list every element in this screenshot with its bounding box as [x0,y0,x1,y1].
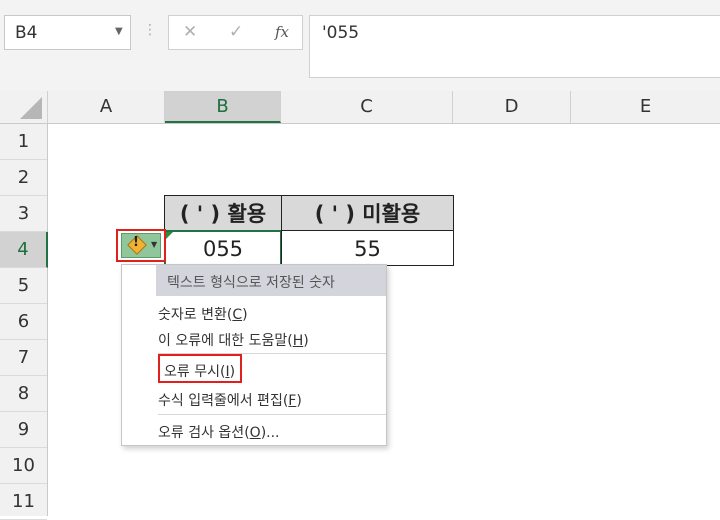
menu-item-convert-to-number[interactable]: 숫자로 변환(C) [158,304,248,324]
cancel-icon[interactable]: ✕ [183,22,197,42]
menu-item-accel: F [288,393,297,409]
menu-item-accel: O [249,425,261,441]
menu-item-label: 오류 검사 옵션 [158,425,245,441]
name-box-value: B4 [15,23,38,43]
row-header-3[interactable]: 3 [0,196,47,232]
error-indicator-triangle-icon [166,232,173,239]
cell-c3-header[interactable]: ( ' ) 미활용 [281,195,454,231]
row-header-7[interactable]: 7 [0,340,47,376]
formula-input[interactable]: '055 [309,15,720,78]
chevron-down-icon[interactable]: ▼ [115,26,123,37]
insert-function-icon[interactable]: fx [275,23,289,41]
menu-item-edit-in-formula-bar[interactable]: 수식 입력줄에서 편집(F) [158,390,302,410]
row-header-8[interactable]: 8 [0,376,47,412]
row-header-6[interactable]: 6 [0,304,47,340]
column-header-a[interactable]: A [48,91,165,123]
ignore-error-highlight [158,354,242,383]
row-header-11[interactable]: 11 [0,484,47,520]
menu-header-title: 텍스트 형식으로 저장된 숫자 [167,275,335,291]
chevron-down-icon: ▼ [151,240,158,249]
column-header-e[interactable]: E [571,91,720,123]
select-all-triangle-icon [20,97,42,119]
formula-buttons: ✕ ✓ fx [168,15,303,50]
column-header-c[interactable]: C [281,91,453,123]
active-cell-border [164,230,282,267]
error-smart-tag-button[interactable]: ! ▼ [116,229,166,262]
error-smart-tag-body: ! ▼ [121,233,161,258]
column-header-b[interactable]: B [165,91,281,123]
column-headers: A B C D E [0,91,720,124]
row-header-4[interactable]: 4 [0,232,48,268]
row-header-2[interactable]: 2 [0,160,47,196]
select-all-button[interactable] [0,91,48,123]
row-headers: 1 2 3 4 5 6 7 8 9 10 11 [0,124,48,520]
row-header-5[interactable]: 5 [0,268,47,304]
row-header-10[interactable]: 10 [0,448,47,484]
cell-b3-header[interactable]: ( ' ) 활용 [164,195,282,231]
row-header-1[interactable]: 1 [0,124,47,160]
exclamation-icon: ! [133,235,139,250]
menu-item-error-checking-options[interactable]: 오류 검사 옵션(O)... [158,422,280,442]
vertical-dots-icon: ⋮ [143,22,157,38]
menu-item-label: 수식 입력줄에서 편집 [158,393,283,409]
menu-item-label: 숫자로 변환 [158,307,227,323]
menu-item-ellipsis: ... [266,425,280,441]
menu-item-accel: H [292,333,304,349]
formula-text: '055 [322,23,360,43]
enter-icon[interactable]: ✓ [229,22,243,42]
menu-item-label: 이 오류에 대한 도움말 [158,333,288,349]
menu-item-accel: C [232,307,243,323]
menu-separator [158,414,386,415]
error-context-menu: 텍스트 형식으로 저장된 숫자 숫자로 변환(C) 이 오류에 대한 도움말(H… [121,264,387,446]
menu-item-help[interactable]: 이 오류에 대한 도움말(H) [158,330,309,350]
column-header-d[interactable]: D [453,91,571,123]
cell-c4[interactable]: 55 [281,230,454,266]
cell-c4-value: 55 [354,237,381,261]
formula-bar-area: B4 ▼ ⋮ ✕ ✓ fx '055 [0,0,720,91]
name-box[interactable]: B4 ▼ [4,15,131,50]
row-header-9[interactable]: 9 [0,412,47,448]
